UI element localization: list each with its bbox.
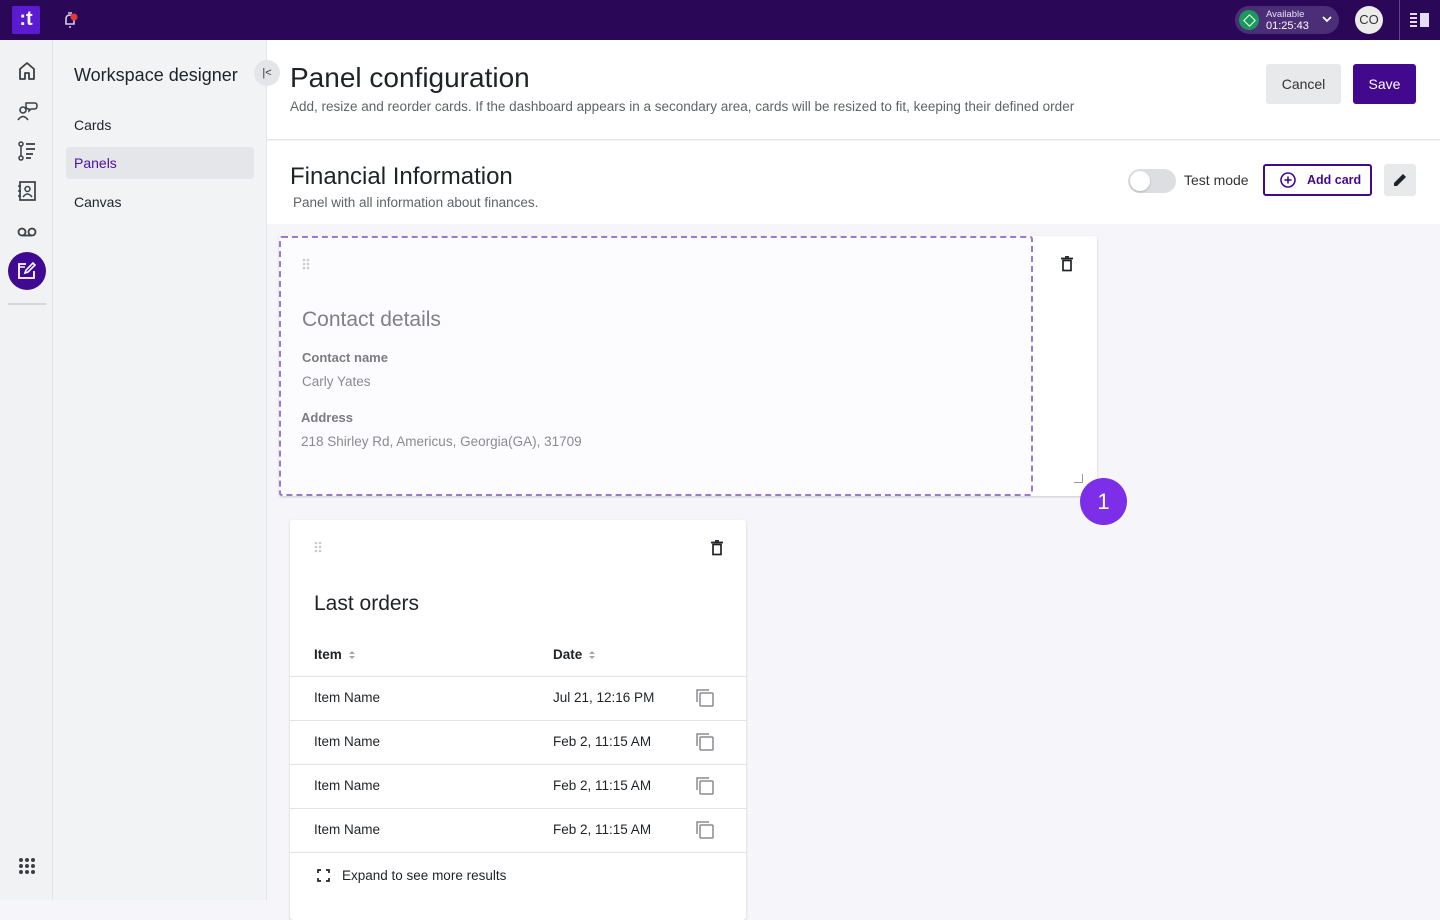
- panel-description: Panel with all information about finance…: [293, 195, 539, 210]
- column-header-item[interactable]: Item: [314, 647, 356, 662]
- voicemail-icon[interactable]: [16, 220, 38, 242]
- collapse-sidebar-button[interactable]: |<: [254, 60, 280, 86]
- main-content: Panel configuration Add, resize and reor…: [267, 40, 1440, 920]
- agent-status-dropdown[interactable]: Available 01:25:43: [1235, 6, 1339, 34]
- field-value-contact-name: Carly Yates: [302, 374, 371, 389]
- sidebar-item-panels[interactable]: Panels: [66, 147, 254, 179]
- conversation-agent-icon[interactable]: [16, 100, 38, 122]
- contact-details-card[interactable]: Contact details Contact name Carly Yates…: [279, 236, 1097, 496]
- test-mode-toggle[interactable]: [1128, 169, 1176, 193]
- test-mode-label: Test mode: [1184, 172, 1249, 188]
- sidebar-item-cards[interactable]: Cards: [66, 109, 254, 141]
- delete-card-icon[interactable]: [1060, 256, 1074, 272]
- table-row: Item Name Feb 2, 11:15 AM: [290, 764, 746, 808]
- queue-list-icon[interactable]: [16, 140, 38, 162]
- cell-date: Feb 2, 11:15 AM: [553, 734, 652, 749]
- status-available-icon: [1239, 10, 1259, 30]
- card-title: Last orders: [314, 592, 420, 615]
- pencil-icon: [1394, 174, 1406, 186]
- collapse-left-icon: |<: [262, 67, 272, 79]
- expand-results-link[interactable]: Expand to see more results: [290, 852, 746, 900]
- column-header-date[interactable]: Date: [553, 647, 596, 662]
- field-value-address: 218 Shirley Rd, Americus, Georgia(GA), 3…: [301, 434, 582, 449]
- panel-title: Financial Information: [290, 163, 513, 190]
- side-panel-toggle-icon[interactable]: [1410, 12, 1430, 28]
- cell-date: Feb 2, 11:15 AM: [553, 822, 652, 837]
- expand-label: Expand to see more results: [342, 868, 507, 883]
- expand-icon: [317, 869, 330, 882]
- workspace-designer-icon: [18, 261, 37, 279]
- table-row: Item Name Feb 2, 11:15 AM: [290, 720, 746, 764]
- rail-divider: [8, 303, 46, 305]
- app-logo[interactable]: :t: [12, 6, 40, 34]
- apps-grid-icon[interactable]: [18, 857, 36, 875]
- navigation-rail: [0, 40, 53, 900]
- status-timer: 01:25:43: [1266, 20, 1309, 32]
- topbar-divider: [1399, 0, 1400, 40]
- sort-icon: [348, 651, 355, 660]
- cell-item: Item Name: [314, 778, 381, 793]
- last-orders-card[interactable]: Last orders Item Date Item Name Jul 21, …: [290, 520, 746, 920]
- field-label-contact-name: Contact name: [302, 350, 388, 365]
- cell-item: Item Name: [314, 690, 381, 705]
- sort-icon: [589, 651, 596, 660]
- workspace-designer-sidebar: Workspace designer |< Cards Panels Canva…: [53, 40, 280, 900]
- home-icon[interactable]: [16, 60, 38, 82]
- toggle-knob: [1130, 171, 1150, 191]
- sidebar-item-canvas[interactable]: Canvas: [66, 186, 254, 218]
- card-title: Contact details: [302, 308, 441, 331]
- save-button[interactable]: Save: [1353, 64, 1416, 104]
- copy-icon[interactable]: [696, 777, 714, 795]
- card-resize-preview-outline: [279, 236, 1033, 496]
- page-title: Panel configuration: [290, 62, 530, 93]
- cancel-button[interactable]: Cancel: [1266, 64, 1341, 104]
- contacts-book-icon[interactable]: [16, 180, 38, 202]
- top-bar: :t Available 01:25:43 CO: [0, 0, 1440, 40]
- copy-icon[interactable]: [696, 821, 714, 839]
- field-label-address: Address: [301, 410, 354, 425]
- cell-item: Item Name: [314, 734, 381, 749]
- add-circle-icon: [1280, 172, 1296, 188]
- step-badge: 1: [1080, 478, 1127, 525]
- cell-date: Jul 21, 12:16 PM: [553, 690, 655, 705]
- drag-handle-icon[interactable]: [302, 258, 310, 270]
- notifications-bell-icon[interactable]: [60, 10, 80, 30]
- status-label: Available: [1266, 9, 1305, 20]
- cell-item: Item Name: [314, 822, 381, 837]
- edit-panel-button[interactable]: [1384, 164, 1416, 196]
- workspace-designer-nav-button[interactable]: [8, 252, 46, 290]
- delete-card-icon[interactable]: [710, 540, 724, 556]
- page-header: Panel configuration Add, resize and reor…: [267, 40, 1440, 140]
- drag-handle-icon[interactable]: [314, 541, 322, 553]
- table-row: Item Name Jul 21, 12:16 PM: [290, 676, 746, 720]
- sidebar-title: Workspace designer: [74, 65, 238, 85]
- table-row: Item Name Feb 2, 11:15 AM: [290, 808, 746, 852]
- copy-icon[interactable]: [696, 689, 714, 707]
- copy-icon[interactable]: [696, 733, 714, 751]
- add-card-label: Add card: [1307, 173, 1362, 187]
- add-card-button[interactable]: Add card: [1263, 164, 1372, 196]
- user-avatar[interactable]: CO: [1355, 6, 1383, 34]
- page-description: Add, resize and reorder cards. If the da…: [290, 99, 1075, 114]
- cell-date: Feb 2, 11:15 AM: [553, 778, 652, 793]
- panel-header: Financial Information Panel with all inf…: [267, 141, 1440, 224]
- chevron-down-icon: [1322, 16, 1332, 23]
- resize-handle[interactable]: [1074, 474, 1083, 483]
